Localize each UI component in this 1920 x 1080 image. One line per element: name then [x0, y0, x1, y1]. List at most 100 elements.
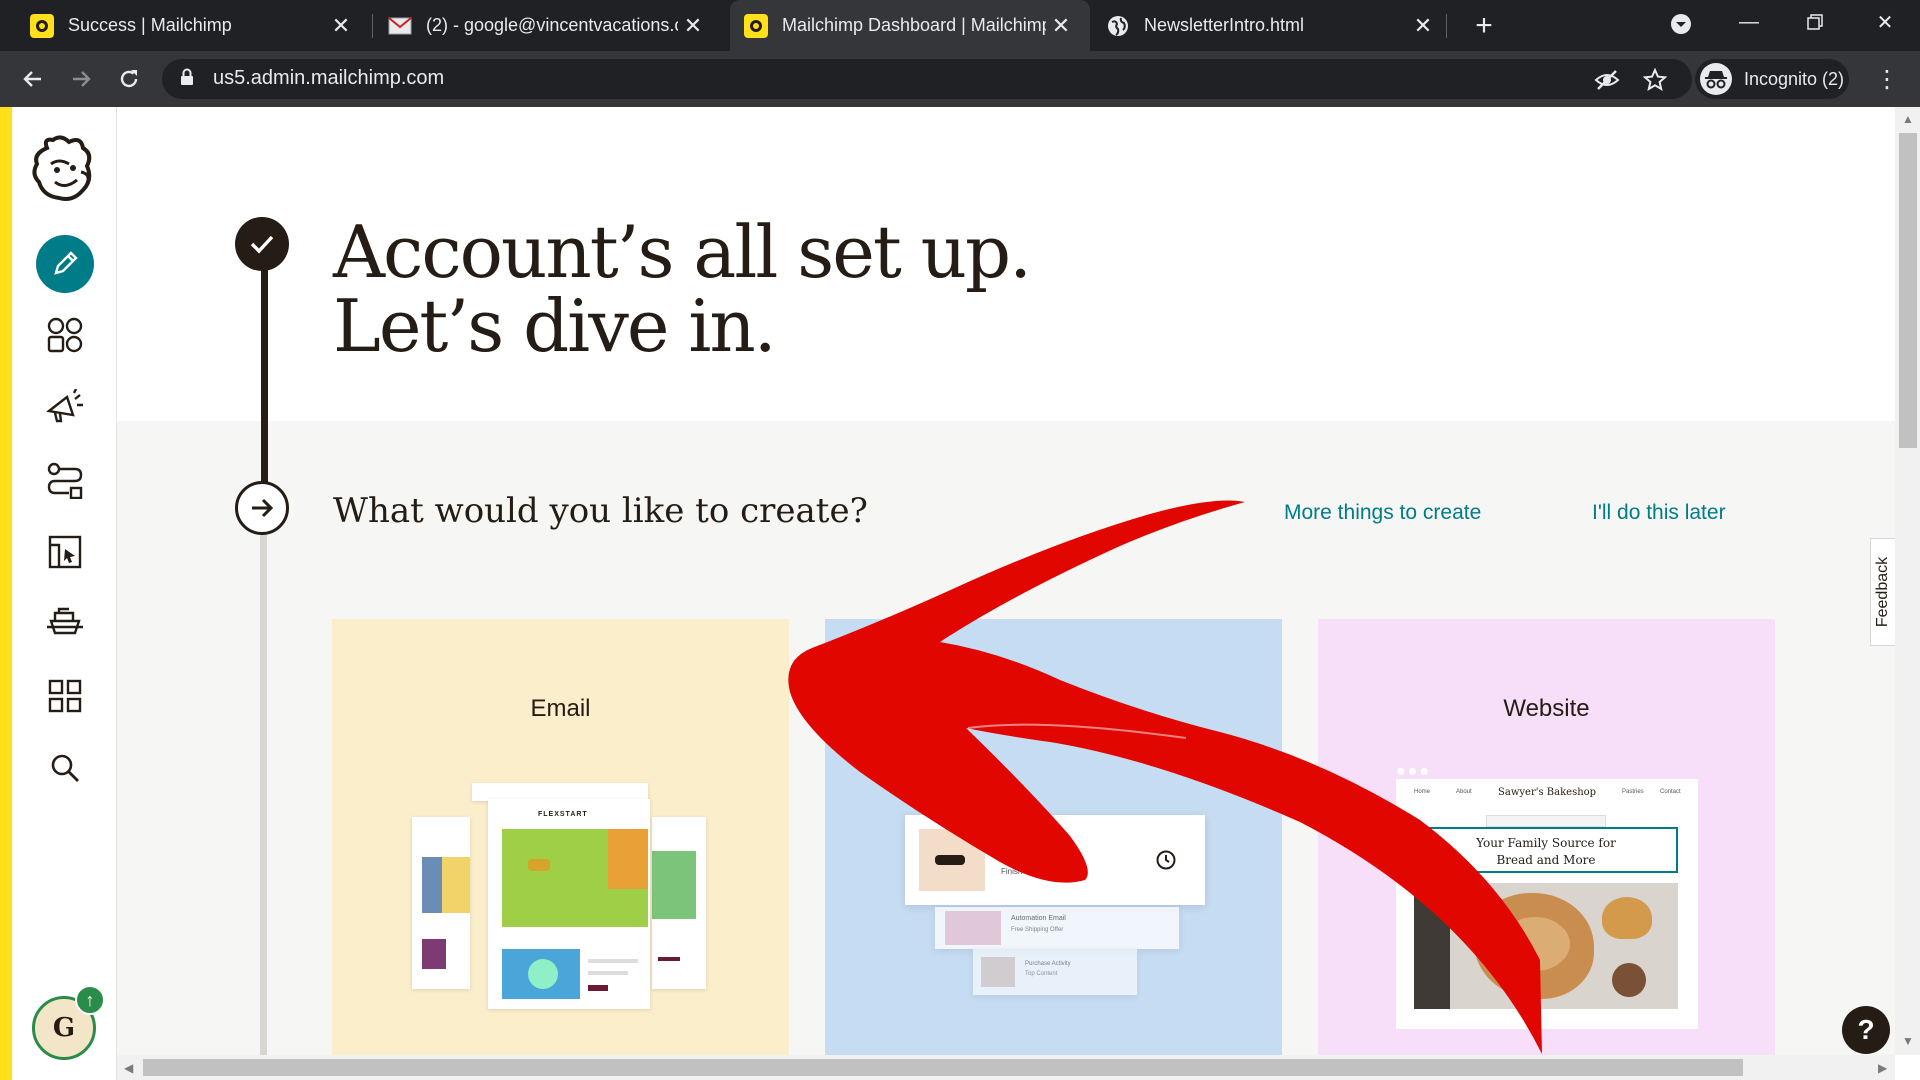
- title-line-2: Let’s dive in.: [333, 284, 777, 368]
- scroll-left-icon[interactable]: ◀: [124, 1061, 133, 1075]
- email-preview-left: [412, 817, 470, 989]
- profile-label: Incognito (2): [1744, 68, 1845, 89]
- tab-search-button[interactable]: [1652, 2, 1710, 46]
- mailchimp-icon: [30, 13, 54, 38]
- website-card[interactable]: Website ●●● Home About Sawyer's Bakeshop…: [1318, 619, 1775, 1055]
- close-window-button[interactable]: ✕: [1856, 0, 1914, 44]
- automation-step-1-sub: Finish Yo...: [1001, 867, 1041, 876]
- create-question: What would you like to create?: [333, 491, 868, 531]
- profile-button[interactable]: Incognito (2): [1695, 59, 1849, 99]
- site-nav-contact: Contact: [1660, 789, 1681, 795]
- url-text[interactable]: us5.admin.mailchimp.com: [213, 67, 444, 90]
- forward-button[interactable]: [62, 60, 100, 98]
- create-button[interactable]: [35, 234, 95, 294]
- mailchimp-icon: [744, 13, 768, 38]
- tab-title: Success | Mailchimp: [68, 15, 232, 35]
- arrow-right-icon: [73, 71, 91, 87]
- site-nav-about: About: [1456, 789, 1472, 795]
- back-button[interactable]: [14, 60, 52, 98]
- close-icon[interactable]: ✕: [1408, 11, 1438, 41]
- campaigns-megaphone-icon[interactable]: [35, 377, 95, 437]
- email-preview-main: FLEXSTART: [488, 799, 650, 1009]
- progress-track-pending: [260, 517, 267, 1055]
- page-title: Account’s all set up. Let’s dive in.: [333, 210, 1032, 368]
- tab-success-mailchimp[interactable]: Success | Mailchimp ✕: [0, 0, 370, 51]
- site-hero-line-2: Bread and More: [1496, 853, 1596, 867]
- mailchimp-logo-icon[interactable]: [28, 134, 98, 204]
- do-later-link[interactable]: I'll do this later: [1592, 501, 1726, 525]
- tab-title: NewsletterIntro.html: [1144, 15, 1305, 35]
- arrow-left-icon: [23, 71, 41, 87]
- reload-button[interactable]: [110, 60, 148, 98]
- tab-newsletter-intro[interactable]: NewsletterIntro.html ✕: [1090, 0, 1452, 51]
- scroll-up-icon[interactable]: ▲: [1902, 112, 1914, 126]
- automation-step-1: Au... Finish Yo...: [905, 815, 1205, 905]
- automation-step-3-sub: Top Content: [1025, 971, 1058, 977]
- email-preview-right: [652, 817, 706, 989]
- avatar-letter: G: [52, 1013, 76, 1043]
- email-card-title: Email: [530, 695, 591, 722]
- bread-photo: [1414, 883, 1678, 1009]
- tab-separator: [1446, 14, 1447, 38]
- tab-gmail[interactable]: (2) - google@vincentvacations.co ✕: [360, 0, 722, 51]
- globe-icon: [1106, 14, 1130, 38]
- website-preview: Home About Sawyer's Bakeshop Pastries Co…: [1396, 779, 1698, 1029]
- restore-button[interactable]: [1786, 0, 1844, 44]
- chevron-down-icon: [1671, 14, 1691, 34]
- question-icon: ?: [1857, 1014, 1875, 1045]
- site-nav-pastries: Pastries: [1622, 789, 1644, 795]
- tab-mailchimp-dashboard[interactable]: Mailchimp Dashboard | Mailchimp ✕: [730, 0, 1090, 51]
- feedback-label: Feedback: [1874, 556, 1892, 628]
- search-icon[interactable]: [35, 738, 95, 798]
- scroll-down-icon[interactable]: ▼: [1902, 1034, 1914, 1048]
- browser-menu-button[interactable]: ⋮: [1872, 62, 1902, 96]
- pencil-icon: [36, 235, 94, 293]
- integrations-icon[interactable]: [35, 594, 95, 654]
- automation-step-2-sub: Free Shipping Offer: [1011, 927, 1064, 933]
- title-line-1: Account’s all set up.: [333, 210, 1032, 294]
- site-nav-home: Home: [1414, 789, 1431, 795]
- automations-icon[interactable]: [35, 450, 95, 510]
- feedback-tab[interactable]: Feedback: [1870, 538, 1895, 646]
- new-tab-button[interactable]: +: [1466, 8, 1502, 44]
- dashboard-grid-icon[interactable]: [35, 666, 95, 726]
- reload-icon: [120, 70, 138, 88]
- email-brand-text: FLEXSTART: [538, 811, 588, 818]
- upgrade-arrow-icon[interactable]: ↑: [75, 985, 105, 1015]
- close-icon[interactable]: ✕: [1046, 11, 1076, 41]
- more-things-link[interactable]: More things to create: [1284, 501, 1481, 525]
- site-hero-line-1: Your Family Source for: [1476, 836, 1616, 850]
- audience-icon[interactable]: [35, 305, 95, 365]
- close-icon[interactable]: ✕: [326, 11, 356, 41]
- site-brand: Sawyer's Bakeshop: [1498, 787, 1597, 798]
- automation-step-2: Automation Email Free Shipping Offer: [935, 907, 1179, 949]
- automation-card-title: Automation: [992, 695, 1115, 722]
- tab-title: Mailchimp Dashboard | Mailchimp: [782, 15, 1046, 35]
- website-editor-icon[interactable]: [35, 522, 95, 582]
- arrow-right-circle-icon: [235, 481, 289, 535]
- clock-icon: [1155, 849, 1177, 876]
- star-icon[interactable]: [1640, 65, 1670, 95]
- scroll-right-icon[interactable]: ▶: [1878, 1061, 1887, 1075]
- automation-step-2-label: Automation Email: [1011, 915, 1066, 922]
- vertical-scroll-thumb[interactable]: [1899, 133, 1917, 448]
- automation-step-3-label: Purchase Activity: [1025, 961, 1071, 967]
- brand-strip: [0, 107, 12, 1080]
- main-content: Account’s all set up. Let’s dive in. Wha…: [117, 107, 1895, 1055]
- restore-icon: [1807, 14, 1823, 30]
- check-icon: [235, 217, 289, 271]
- lock-icon[interactable]: [180, 68, 194, 91]
- minimize-button[interactable]: —: [1720, 0, 1778, 44]
- automation-step-3: Purchase Activity Top Content: [973, 949, 1137, 995]
- site-hero-box: Your Family Source for Bread and More: [1414, 827, 1678, 873]
- eye-off-icon[interactable]: [1592, 65, 1622, 95]
- text-format-toolbar: [1486, 815, 1606, 827]
- help-button[interactable]: ?: [1842, 1006, 1890, 1054]
- automation-step-1-label: Au...: [1001, 851, 1021, 861]
- close-icon[interactable]: ✕: [678, 11, 708, 41]
- automation-card[interactable]: Automation Au... Finish Yo... Automation…: [825, 619, 1282, 1055]
- progress-track-complete: [261, 247, 268, 483]
- website-card-title: Website: [1503, 695, 1590, 722]
- email-card[interactable]: Email FLEXSTART: [332, 619, 789, 1055]
- horizontal-scroll-thumb[interactable]: [143, 1059, 1743, 1076]
